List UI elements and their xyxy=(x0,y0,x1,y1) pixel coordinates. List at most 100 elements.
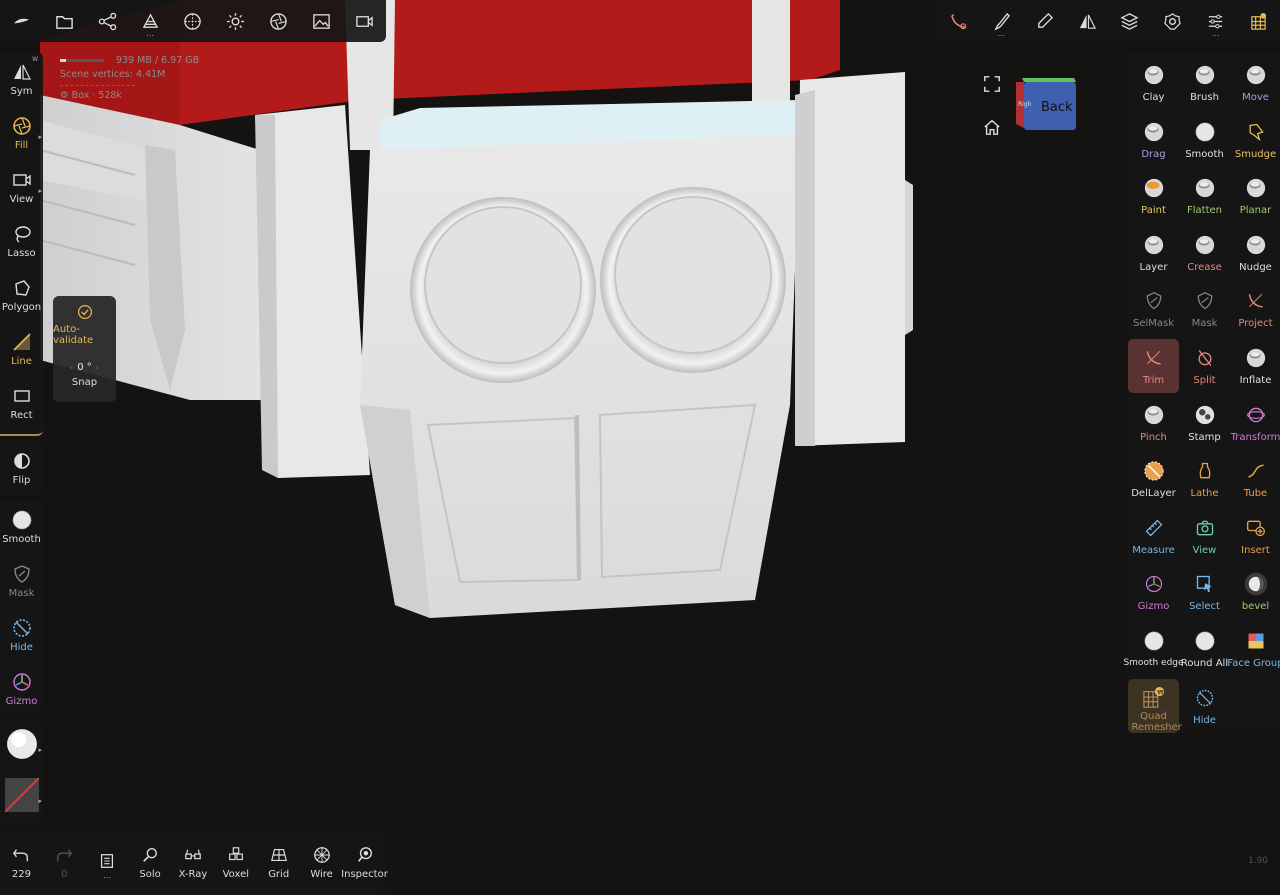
sun-light-icon[interactable] xyxy=(217,2,255,40)
polygon-button[interactable]: Polygon xyxy=(0,268,43,322)
brush-select[interactable]: Select xyxy=(1179,565,1230,619)
brush-insert[interactable]: Insert xyxy=(1230,509,1280,563)
gizmo-button[interactable]: Gizmo xyxy=(0,662,43,716)
brush-selmask[interactable]: SelMask xyxy=(1128,282,1179,336)
undo-button[interactable]: 229 xyxy=(0,835,43,891)
brush-tube[interactable]: Tube xyxy=(1230,452,1280,506)
voxel-button[interactable]: Voxel xyxy=(214,835,257,891)
view-button[interactable]: ▸ View xyxy=(0,160,43,214)
rect-button[interactable]: Rect xyxy=(0,376,43,430)
brush-lathe[interactable]: Lathe xyxy=(1179,452,1230,506)
brush-smooth-edge[interactable]: Smooth edge xyxy=(1123,622,1184,676)
open-folder-icon[interactable] xyxy=(45,2,83,40)
wire-button[interactable]: Wire xyxy=(300,835,343,891)
sym-button[interactable]: W Sym xyxy=(0,52,43,106)
camera-aperture-icon[interactable] xyxy=(260,2,298,40)
smooth-label: Smooth xyxy=(2,533,41,545)
brush-layer[interactable]: Layer xyxy=(1128,226,1179,280)
brush-stamp[interactable]: Stamp xyxy=(1179,396,1230,450)
nomad-logo-icon[interactable] xyxy=(2,2,40,40)
brush-move[interactable]: Move xyxy=(1230,56,1280,110)
xray-button[interactable]: X-Ray xyxy=(172,835,215,891)
scene-graph-icon[interactable] xyxy=(88,2,126,40)
quad-remesher-icon[interactable] xyxy=(1240,2,1278,40)
brush-project[interactable]: Project xyxy=(1230,282,1280,336)
brush-label: Inflate xyxy=(1239,375,1272,386)
redo-icon xyxy=(57,849,73,862)
symmetry-icon xyxy=(13,64,31,80)
sliders-icon[interactable]: ... xyxy=(1197,2,1235,40)
paint-brush-icon[interactable]: ... xyxy=(982,2,1020,40)
brush-drag[interactable]: Drag xyxy=(1128,113,1179,167)
brush-planar[interactable]: Planar xyxy=(1230,169,1280,223)
snap-increase-icon[interactable]: › xyxy=(96,363,99,372)
gizmo-icon xyxy=(12,672,31,691)
inspector-button[interactable]: Inspector xyxy=(341,835,388,891)
dropper-icon[interactable] xyxy=(1025,2,1063,40)
line-button[interactable]: Line xyxy=(0,322,43,376)
snap-decrease-icon[interactable]: ‹ xyxy=(70,363,73,372)
auto-validate-toggle[interactable]: Auto-validate xyxy=(53,304,116,346)
redo-count: 0 xyxy=(61,869,68,880)
wireframe-sphere-icon[interactable] xyxy=(174,2,212,40)
quad-remesher-icon: ₩ xyxy=(1142,686,1166,710)
grid-plane-icon xyxy=(270,849,287,861)
grid-button[interactable]: Grid xyxy=(257,835,300,891)
viewport-3d[interactable] xyxy=(0,0,1280,895)
brush-paint[interactable]: Paint xyxy=(1128,169,1179,223)
fill-button[interactable]: ▸ Fill xyxy=(0,106,43,160)
brush-nudge[interactable]: Nudge xyxy=(1230,226,1280,280)
mask-button[interactable]: Mask xyxy=(0,554,43,608)
brush-inflate[interactable]: Inflate xyxy=(1230,339,1280,393)
brush-trim[interactable]: Trim xyxy=(1128,339,1179,393)
trim-tool-icon[interactable] xyxy=(939,2,977,40)
brush-pinch[interactable]: Pinch xyxy=(1128,396,1179,450)
brush-label: Nudge xyxy=(1239,261,1272,273)
brush-clay[interactable]: Clay xyxy=(1128,56,1179,110)
settings-gear-icon[interactable] xyxy=(1154,2,1192,40)
home-icon[interactable] xyxy=(983,118,1001,136)
voxel-cubes-icon xyxy=(228,847,243,861)
view-cube[interactable]: Righ Back xyxy=(1014,76,1078,134)
solo-magnifier-icon xyxy=(143,848,158,862)
brush-label: Quad Remesher xyxy=(1131,710,1182,733)
brush-view[interactable]: View xyxy=(1179,509,1230,563)
brush-quad-remesher[interactable]: ₩ Quad Remesher xyxy=(1128,678,1182,733)
lasso-button[interactable]: Lasso xyxy=(0,214,43,268)
brush-dellayer[interactable]: DelLayer xyxy=(1128,452,1179,506)
snap-value: 0 ° xyxy=(77,362,92,373)
flip-button[interactable]: Flip xyxy=(0,443,43,494)
symmetry-icon[interactable] xyxy=(1068,2,1106,40)
layers-stack-icon[interactable]: ... xyxy=(131,2,169,40)
history-button[interactable]: ... xyxy=(86,835,129,891)
solo-button[interactable]: Solo xyxy=(129,835,172,891)
color-swatch-button[interactable]: ▸ xyxy=(0,771,43,822)
brush-brush[interactable]: Brush xyxy=(1179,56,1230,110)
brush-flatten[interactable]: Flatten xyxy=(1179,169,1230,223)
brush-label: Mask xyxy=(1191,318,1218,330)
brush-transform[interactable]: Transform xyxy=(1230,396,1280,450)
round-all-icon xyxy=(1193,629,1217,653)
brush-bevel[interactable]: bevel xyxy=(1230,565,1280,619)
brush-smudge[interactable]: Smudge xyxy=(1230,113,1280,167)
material-sphere-button[interactable]: ▸ xyxy=(0,720,43,771)
brush-crease[interactable]: Crease xyxy=(1179,226,1230,280)
redo-button[interactable]: 0 xyxy=(43,835,86,891)
brush-mask[interactable]: Mask xyxy=(1179,282,1230,336)
brush-split[interactable]: Split xyxy=(1179,339,1230,393)
image-icon[interactable] xyxy=(303,2,341,40)
snap-angle-stepper[interactable]: ‹ 0 ° › xyxy=(66,362,103,373)
fullscreen-icon[interactable] xyxy=(983,75,1001,93)
video-camera-icon[interactable] xyxy=(345,2,383,40)
hide-button[interactable]: Hide xyxy=(0,608,43,662)
brush-hide[interactable]: Hide xyxy=(1179,679,1230,733)
layers-icon[interactable] xyxy=(1111,2,1149,40)
brush-round-all[interactable]: Round All xyxy=(1179,622,1230,676)
brush-smooth[interactable]: Smooth xyxy=(1179,113,1230,167)
brush-face-group[interactable]: Face Group xyxy=(1227,622,1280,676)
brush-measure[interactable]: Measure xyxy=(1128,509,1179,563)
brush-gizmo[interactable]: Gizmo xyxy=(1128,565,1179,619)
smooth-button[interactable]: Smooth xyxy=(0,500,43,554)
lasso-icon xyxy=(14,225,31,243)
mask-shield-icon xyxy=(13,564,30,583)
